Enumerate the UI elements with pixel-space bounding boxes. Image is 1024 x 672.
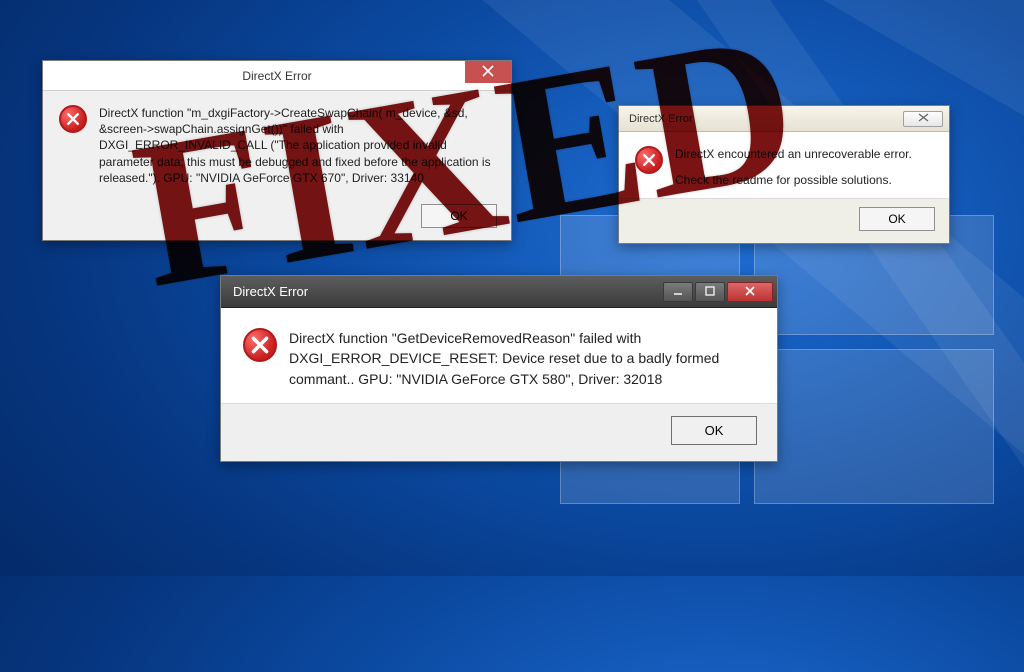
ok-button[interactable]: OK — [859, 207, 935, 231]
maximize-button[interactable] — [695, 282, 725, 302]
error-message: DirectX encountered an unrecoverable err… — [675, 146, 912, 188]
error-message-line: DirectX encountered an unrecoverable err… — [675, 146, 912, 162]
ok-button[interactable]: OK — [671, 416, 757, 445]
maximize-icon — [705, 284, 715, 299]
close-button[interactable] — [727, 282, 773, 302]
directx-error-dialog-1: DirectX Error DirectX function "m_dxgiFa… — [42, 60, 512, 241]
close-button[interactable] — [903, 111, 943, 127]
directx-error-dialog-3: DirectX Error DirectX function "GetDevic… — [220, 275, 778, 462]
minimize-icon — [673, 284, 683, 299]
error-message-line: Check the readme for possible solutions. — [675, 172, 912, 188]
close-button[interactable] — [465, 61, 511, 83]
window-title: DirectX Error — [629, 113, 693, 125]
directx-error-dialog-2: DirectX Error DirectX encountered an unr… — [618, 105, 950, 244]
error-icon — [59, 105, 87, 133]
close-icon — [918, 113, 929, 125]
error-icon — [243, 328, 277, 362]
error-message: DirectX function "GetDeviceRemovedReason… — [289, 328, 753, 389]
minimize-button[interactable] — [663, 282, 693, 302]
error-icon — [635, 146, 663, 174]
ok-button[interactable]: OK — [421, 204, 497, 228]
window-title: DirectX Error — [233, 284, 308, 299]
close-icon — [744, 284, 756, 299]
error-message: DirectX function "m_dxgiFactory->CreateS… — [99, 105, 493, 186]
close-icon — [482, 64, 494, 80]
titlebar[interactable]: DirectX Error — [619, 106, 949, 132]
titlebar[interactable]: DirectX Error — [221, 276, 777, 308]
window-title: DirectX Error — [242, 69, 311, 83]
titlebar[interactable]: DirectX Error — [43, 61, 511, 91]
